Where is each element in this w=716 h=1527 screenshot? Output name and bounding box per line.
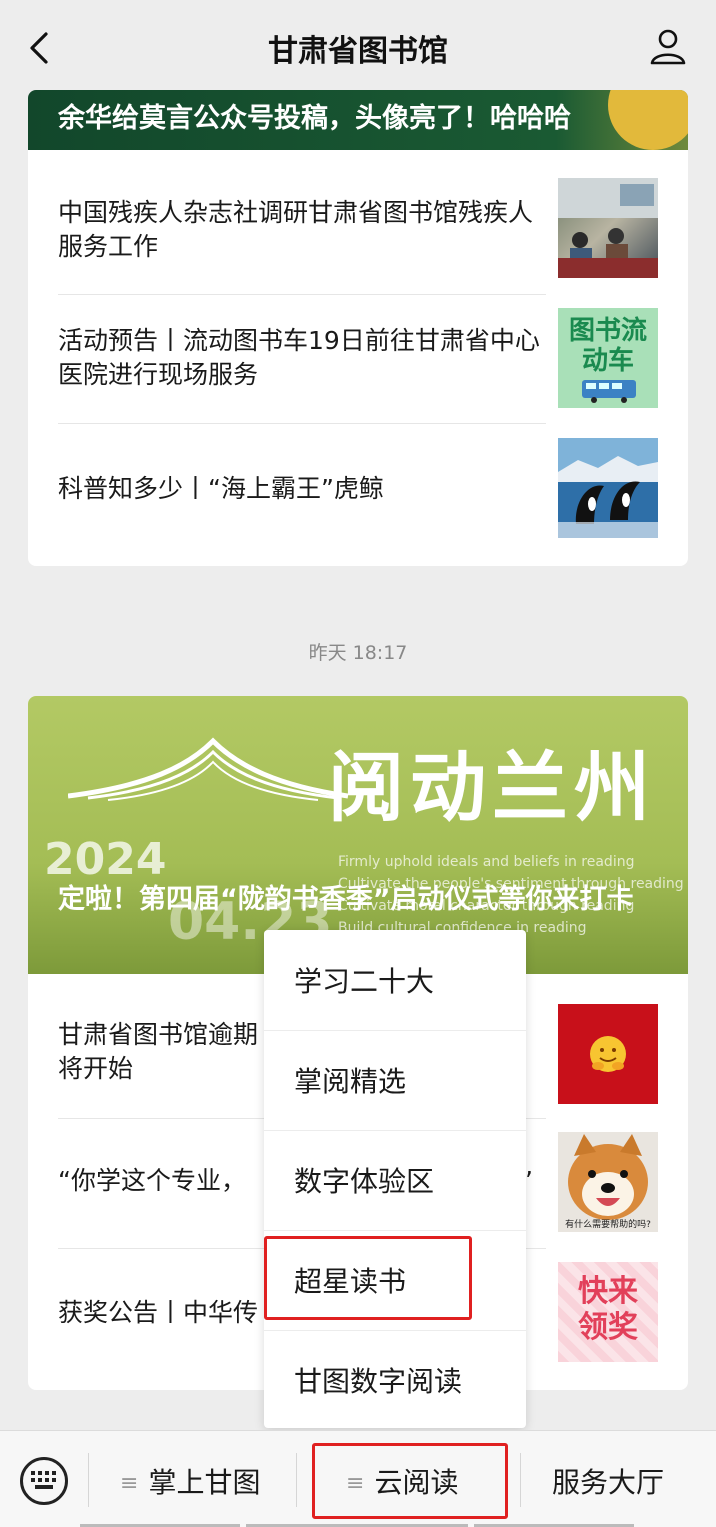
list-item[interactable]: 中国残疾人杂志社调研甘肃省图书馆残疾人服务工作 [58, 168, 658, 288]
submenu-item-label: 数字体验区 [294, 1165, 435, 1198]
orca-photo-thumb [558, 438, 658, 538]
submenu-item-label: 掌阅精选 [294, 1065, 407, 1098]
submenu-item-digital-experience[interactable]: 数字体验区 [264, 1130, 526, 1230]
list-item-title: 中国残疾人杂志社调研甘肃省图书馆残疾人服务工作 [58, 198, 534, 261]
highlight-box [312, 1443, 508, 1519]
list-item-title: 活动预告丨流动图书车19日前往甘肃省中心医院进行现场服务 [58, 326, 540, 389]
divider [88, 1453, 89, 1507]
banner-year: 2024 [44, 834, 167, 885]
list-item-title: 科普知多少丨“海上霸王”虎鲸 [58, 474, 384, 503]
bus-graphic-thumb: 图书流动车 [558, 308, 658, 408]
menu-lines-icon: ≡ [120, 1471, 139, 1496]
card1-banner-title: 余华给莫言公众号投稿，头像亮了！哈哈哈 [58, 103, 571, 134]
message-timestamp: 昨天 18:17 [308, 642, 408, 664]
list-item-title: 甘肃省图书馆逾期将开始 [58, 1020, 259, 1083]
red-emoji-thumb [558, 1004, 658, 1104]
top-bar: 甘肃省图书馆 [0, 0, 716, 92]
menu-tab-label: 掌上甘图 [148, 1466, 261, 1499]
submenu-item-zhangyue-selection[interactable]: 掌阅精选 [264, 1030, 526, 1130]
list-item[interactable]: 科普知多少丨“海上霸王”虎鲸 [58, 426, 658, 556]
menu-tab-service-hall[interactable]: 服务大厅 [552, 1461, 664, 1501]
highlight-box [264, 1236, 472, 1320]
prize-graphic-thumb: 快来领奖 [558, 1262, 658, 1362]
cloud-reading-submenu: 学习二十大 掌阅精选 数字体验区 超星读书 甘图数字阅读 [264, 930, 526, 1428]
divider [520, 1453, 521, 1507]
thumb-text: 快来领奖 [578, 1274, 638, 1345]
divider [58, 294, 546, 295]
keyboard-icon[interactable] [20, 1457, 68, 1505]
dog-photo-thumb: 有什么需要帮助的吗? [558, 1132, 658, 1232]
menu-tab-label: 服务大厅 [552, 1466, 665, 1499]
submenu-item-study-twenty[interactable]: 学习二十大 [264, 930, 526, 1030]
submenu-item-label: 学习二十大 [294, 965, 435, 998]
list-item-title: “你学这个专业， [58, 1166, 246, 1195]
divider [58, 423, 546, 424]
menu-tab-zhangshang-gantu[interactable]: ≡ 掌上甘图 [120, 1461, 260, 1501]
page-title: 甘肃省图书馆 [268, 34, 448, 69]
list-item[interactable]: 活动预告丨流动图书车19日前往甘肃省中心医院进行现场服务 图书流动车 [58, 296, 658, 424]
profile-icon[interactable] [648, 26, 688, 66]
divider [296, 1453, 297, 1507]
bottom-menu-bar: ≡ 掌上甘图 ≡ 云阅读 服务大厅 [0, 1430, 716, 1527]
card2-banner-caption: 定啦！第四届“陇韵书香季”启动仪式等你来打卡 [58, 884, 634, 915]
thumb-caption: 有什么需要帮助的吗? [565, 1220, 651, 1230]
submenu-item-label: 甘图数字阅读 [294, 1365, 463, 1398]
submenu-item-gantu-digital-reading[interactable]: 甘图数字阅读 [264, 1330, 526, 1430]
card1-banner[interactable]: 余华给莫言公众号投稿，头像亮了！哈哈哈 [28, 90, 688, 150]
banner-english-line: Firmly uphold ideals and beliefs in read… [338, 854, 635, 870]
thumb-text: 图书流动车 [568, 316, 647, 376]
sun-decoration-icon [608, 90, 688, 150]
banner-big-title: 阅动兰州 [328, 743, 656, 832]
list-item-title: 获奖公告丨中华传 [58, 1298, 259, 1327]
classroom-photo-thumb [558, 178, 658, 278]
article-card-1: 余华给莫言公众号投稿，头像亮了！哈哈哈 中国残疾人杂志社调研甘肃省图书馆残疾人服… [28, 90, 688, 566]
roof-graphic-icon [68, 737, 348, 801]
